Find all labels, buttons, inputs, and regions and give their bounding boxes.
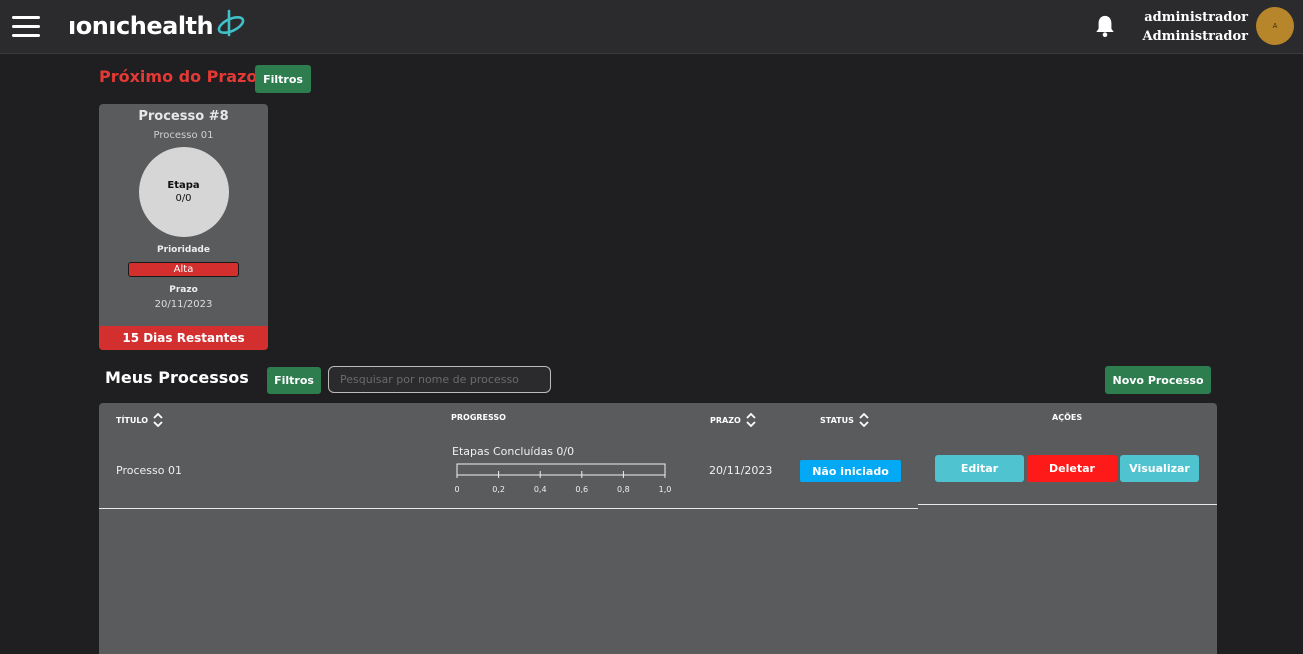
column-header-actions-label: AÇÕES [1052,413,1083,422]
user-name: administrador [1144,10,1248,25]
column-header-deadline-label: PRAZO [710,415,741,425]
card-subtitle: Processo 01 [153,130,214,141]
new-process-button[interactable]: Novo Processo [1105,366,1211,394]
user-role: Administrador [1142,29,1248,44]
edit-button[interactable]: Editar [935,455,1024,482]
axis-tick-label: 0,8 [617,485,630,494]
column-header-progress: PROGRESSO [451,413,506,422]
user-info[interactable]: administrador Administrador [1140,8,1248,46]
sort-icon[interactable] [153,413,163,427]
app-logo[interactable]: ıonıchealth [68,9,247,40]
logo-mark-icon [217,9,245,37]
sort-icon[interactable] [859,413,869,427]
card-title: Processo #8 [138,109,229,124]
row-divider [99,508,918,509]
sort-icon[interactable] [746,413,756,427]
search-input[interactable] [328,366,551,393]
column-header-title-label: TÍTULO [116,415,148,425]
processes-table: TÍTULO PROGRESSO PRAZO STATUS AÇÕES Proc… [99,403,1217,654]
top-bar: ıonıchealth administrador Administrador … [0,0,1303,54]
column-header-progress-label: PROGRESSO [451,413,506,422]
progress-track [456,463,666,476]
axis-tick-label: 0,6 [575,485,588,494]
deadline-filter-button[interactable]: Filtros [255,65,311,93]
progress-axis: 0 0,2 0,4 0,6 0,8 1,0 [454,463,672,494]
deadline-section-title: Próximo do Prazo [99,67,258,86]
processes-filter-button[interactable]: Filtros [267,367,321,394]
column-header-title[interactable]: TÍTULO [116,413,163,427]
row-title[interactable]: Processo 01 [116,464,182,477]
column-header-actions: AÇÕES [1052,413,1082,422]
column-header-deadline[interactable]: PRAZO [710,413,756,427]
deadline-value: 20/11/2023 [154,299,213,310]
logo-text: ıonıchealth [68,12,214,40]
status-badge: Não iniciado [800,460,901,482]
stage-circle: Etapa 0/0 [138,147,229,237]
view-button[interactable]: Visualizar [1120,455,1199,482]
column-header-status-label: STATUS [820,415,854,425]
stage-value: 0/0 [175,193,192,204]
remaining-days-banner: 15 Dias Restantes [99,326,268,350]
processes-section-title: Meus Processos [105,368,249,387]
axis-tick-label: 0 [454,485,459,494]
stage-label: Etapa [167,180,200,191]
priority-badge: Alta [128,262,239,277]
column-header-status[interactable]: STATUS [820,413,869,427]
row-divider [918,504,1217,505]
axis-tick-label: 0,2 [492,485,505,494]
progress-label: Etapas Concluídas 0/0 [452,445,575,458]
notification-bell-icon[interactable] [1094,14,1116,38]
axis-tick-label: 0,4 [534,485,547,494]
delete-button[interactable]: Deletar [1027,455,1117,482]
menu-icon[interactable] [12,16,40,38]
process-card[interactable]: Processo #8 Processo 01 Etapa 0/0 Priori… [99,104,268,350]
avatar[interactable]: A [1256,7,1294,45]
row-deadline: 20/11/2023 [709,464,773,477]
priority-label: Prioridade [157,245,210,255]
axis-tick-label: 1,0 [659,485,672,494]
deadline-label: Prazo [169,285,198,295]
